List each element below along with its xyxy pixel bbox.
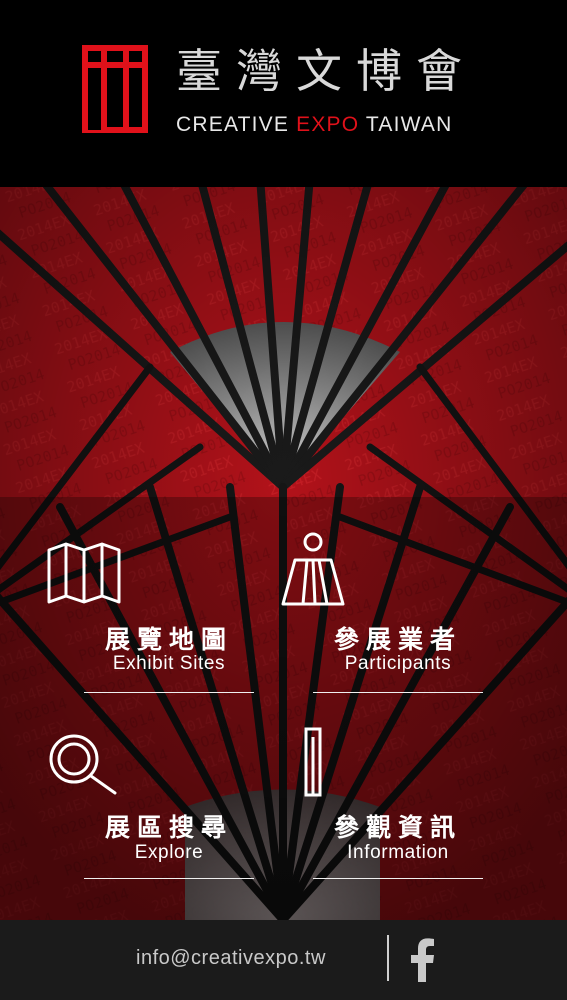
menu-label-cn: 展區搜尋 (104, 813, 233, 842)
info-icon (304, 727, 322, 797)
menu-label-cn: 參觀資訊 (333, 813, 462, 842)
magnifier-icon (49, 734, 117, 795)
brand-title-en-accent: EXPO (296, 113, 360, 136)
menu-underline (313, 692, 483, 693)
menu-underline (84, 878, 254, 879)
map-icon (47, 542, 121, 604)
brand-title-en-part1: CREATIVE (176, 113, 297, 136)
brand-title-en: CREATIVE EXPO TAIWAN (176, 113, 452, 137)
menu-label-en: Exhibit Sites (112, 653, 226, 674)
menu-label-en: Information (347, 842, 449, 863)
footer-divider (387, 935, 389, 981)
menu-underline (84, 692, 254, 693)
menu-label-cn: 展覽地圖 (104, 625, 233, 654)
menu-label-cn: 參展業者 (333, 625, 462, 654)
app-screen: 臺灣文博會 CREATIVE EXPO TAIWAN 2014EX PO2014 (0, 0, 567, 1000)
header: 臺灣文博會 CREATIVE EXPO TAIWAN (0, 0, 567, 187)
hero-fan-artwork: 2014EX PO2014 (0, 187, 567, 920)
menu-underline (313, 878, 483, 879)
footer: info@creativexpo.tw (0, 920, 567, 1000)
brand-title-en-part2: TAIWAN (359, 113, 453, 136)
menu-item-exhibit-sites[interactable]: 展覽地圖 Exhibit Sites (47, 542, 254, 695)
menu-item-participants[interactable]: 參展業者 Participants (281, 532, 483, 695)
menu-item-information[interactable]: 參觀資訊 Information (304, 727, 483, 882)
menu-label-en: Explore (134, 842, 204, 863)
brand-title-cn: 臺灣文博會 (176, 44, 476, 98)
menu-label-en: Participants (344, 653, 452, 674)
person-icon (281, 532, 345, 606)
facebook-icon[interactable] (409, 938, 435, 982)
logo-mark-icon (82, 45, 148, 133)
menu-item-explore[interactable]: 展區搜尋 Explore (49, 732, 254, 882)
email-link[interactable]: info@creativexpo.tw (136, 947, 326, 970)
